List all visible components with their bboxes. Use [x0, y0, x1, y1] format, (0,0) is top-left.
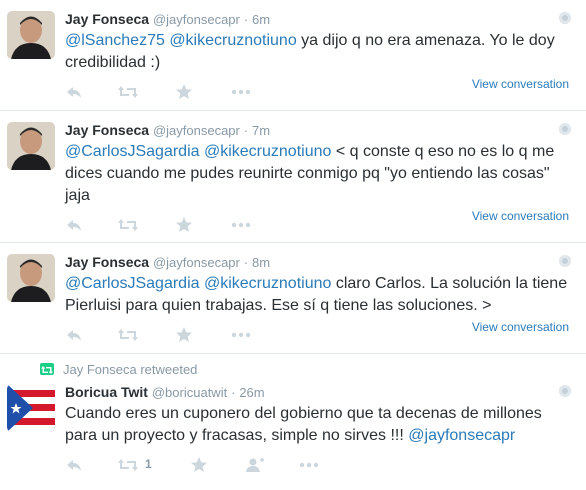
star-icon[interactable] [175, 326, 193, 344]
separator: · [243, 123, 249, 138]
avatar[interactable] [7, 11, 55, 59]
tweet-actions [65, 216, 365, 234]
more-icon[interactable] [231, 216, 251, 234]
star-icon[interactable] [175, 83, 193, 101]
reply-icon[interactable] [65, 83, 83, 101]
tweet-timestamp[interactable]: 26m [239, 385, 264, 400]
separator: · [231, 385, 236, 400]
mention-link[interactable]: @kikecruznotiuno [204, 143, 331, 160]
retweet-context[interactable]: Jay Fonseca retweeted [63, 362, 197, 377]
avatar[interactable] [7, 122, 55, 170]
more-icon[interactable] [231, 326, 251, 344]
tweet-text: @CarlosJSagardia @kikecruznotiuno < q co… [65, 141, 570, 207]
tweet-header: Boricua Twit @boricuatwit · 26m [65, 384, 265, 400]
retweet-icon[interactable] [117, 456, 139, 474]
tweet-actions: 1 [65, 456, 365, 474]
mention-link[interactable]: @kikecruznotiuno [204, 275, 331, 292]
view-conversation-link[interactable]: View conversation [472, 209, 569, 223]
tweet-actions [65, 83, 365, 101]
view-conversation-link[interactable]: View conversation [472, 320, 569, 334]
retweet-count: 1 [145, 457, 152, 471]
tweet-header: Jay Fonseca @jayfonsecapr · 7m [65, 122, 270, 138]
author-name[interactable]: Jay Fonseca [65, 254, 149, 270]
retweet-icon[interactable] [117, 216, 139, 234]
tweet-actions [65, 326, 365, 344]
retweet-icon[interactable] [117, 326, 139, 344]
tweet-timestamp[interactable]: 7m [252, 123, 270, 138]
gear-icon[interactable] [559, 255, 571, 267]
follow-icon[interactable] [245, 456, 265, 474]
author-username[interactable]: @jayfonsecapr [153, 12, 240, 27]
separator: · [243, 12, 249, 27]
mention-link[interactable]: @jayfonsecapr [408, 427, 515, 444]
mention-link[interactable]: @CarlosJSagardia [65, 275, 200, 292]
author-username[interactable]: @boricuatwit [152, 385, 227, 400]
separator: · [243, 255, 249, 270]
reply-icon[interactable] [65, 326, 83, 344]
tweet[interactable]: Jay Fonseca @jayfonsecapr · 7m @CarlosJS… [0, 111, 586, 243]
tweet-timestamp[interactable]: 8m [252, 255, 270, 270]
view-conversation-link[interactable]: View conversation [472, 77, 569, 91]
retweet-context-label: Jay Fonseca retweeted [63, 362, 198, 377]
gear-icon[interactable] [559, 12, 571, 24]
tweet[interactable]: Jay Fonseca retweeted Boricua Twit @bori… [0, 354, 586, 490]
author-username[interactable]: @jayfonsecapr [153, 123, 240, 138]
author-name[interactable]: Boricua Twit [65, 384, 148, 400]
tweet-text: @CarlosJSagardia @kikecruznotiuno claro … [65, 273, 570, 317]
reply-icon[interactable] [65, 216, 83, 234]
retweet-icon[interactable] [117, 83, 139, 101]
mention-link[interactable]: @kikecruznotiuno [169, 32, 296, 49]
star-icon[interactable] [175, 216, 193, 234]
mention-link[interactable]: @lSanchez75 [65, 32, 165, 49]
tweet-header: Jay Fonseca @jayfonsecapr · 6m [65, 11, 270, 27]
author-name[interactable]: Jay Fonseca [65, 122, 149, 138]
mention-link[interactable]: @CarlosJSagardia [65, 143, 200, 160]
more-icon[interactable] [299, 456, 319, 474]
tweet[interactable]: Jay Fonseca @jayfonsecapr · 8m @CarlosJS… [0, 243, 586, 354]
tweet-header: Jay Fonseca @jayfonsecapr · 8m [65, 254, 270, 270]
tweet-timestamp[interactable]: 6m [252, 12, 270, 27]
retweet-badge-icon [40, 363, 54, 375]
reply-icon[interactable] [65, 456, 83, 474]
gear-icon[interactable] [559, 123, 571, 135]
author-name[interactable]: Jay Fonseca [65, 11, 149, 27]
tweet-text: Cuando eres un cuponero del gobierno que… [65, 403, 570, 447]
tweet-text: @lSanchez75 @kikecruznotiuno ya dijo q n… [65, 30, 570, 74]
author-username[interactable]: @jayfonsecapr [153, 255, 240, 270]
avatar[interactable] [7, 254, 55, 302]
gear-icon[interactable] [559, 385, 571, 397]
avatar[interactable] [7, 384, 55, 432]
tweet[interactable]: Jay Fonseca @jayfonsecapr · 6m @lSanchez… [0, 0, 586, 111]
more-icon[interactable] [231, 83, 251, 101]
star-icon[interactable] [190, 456, 208, 474]
